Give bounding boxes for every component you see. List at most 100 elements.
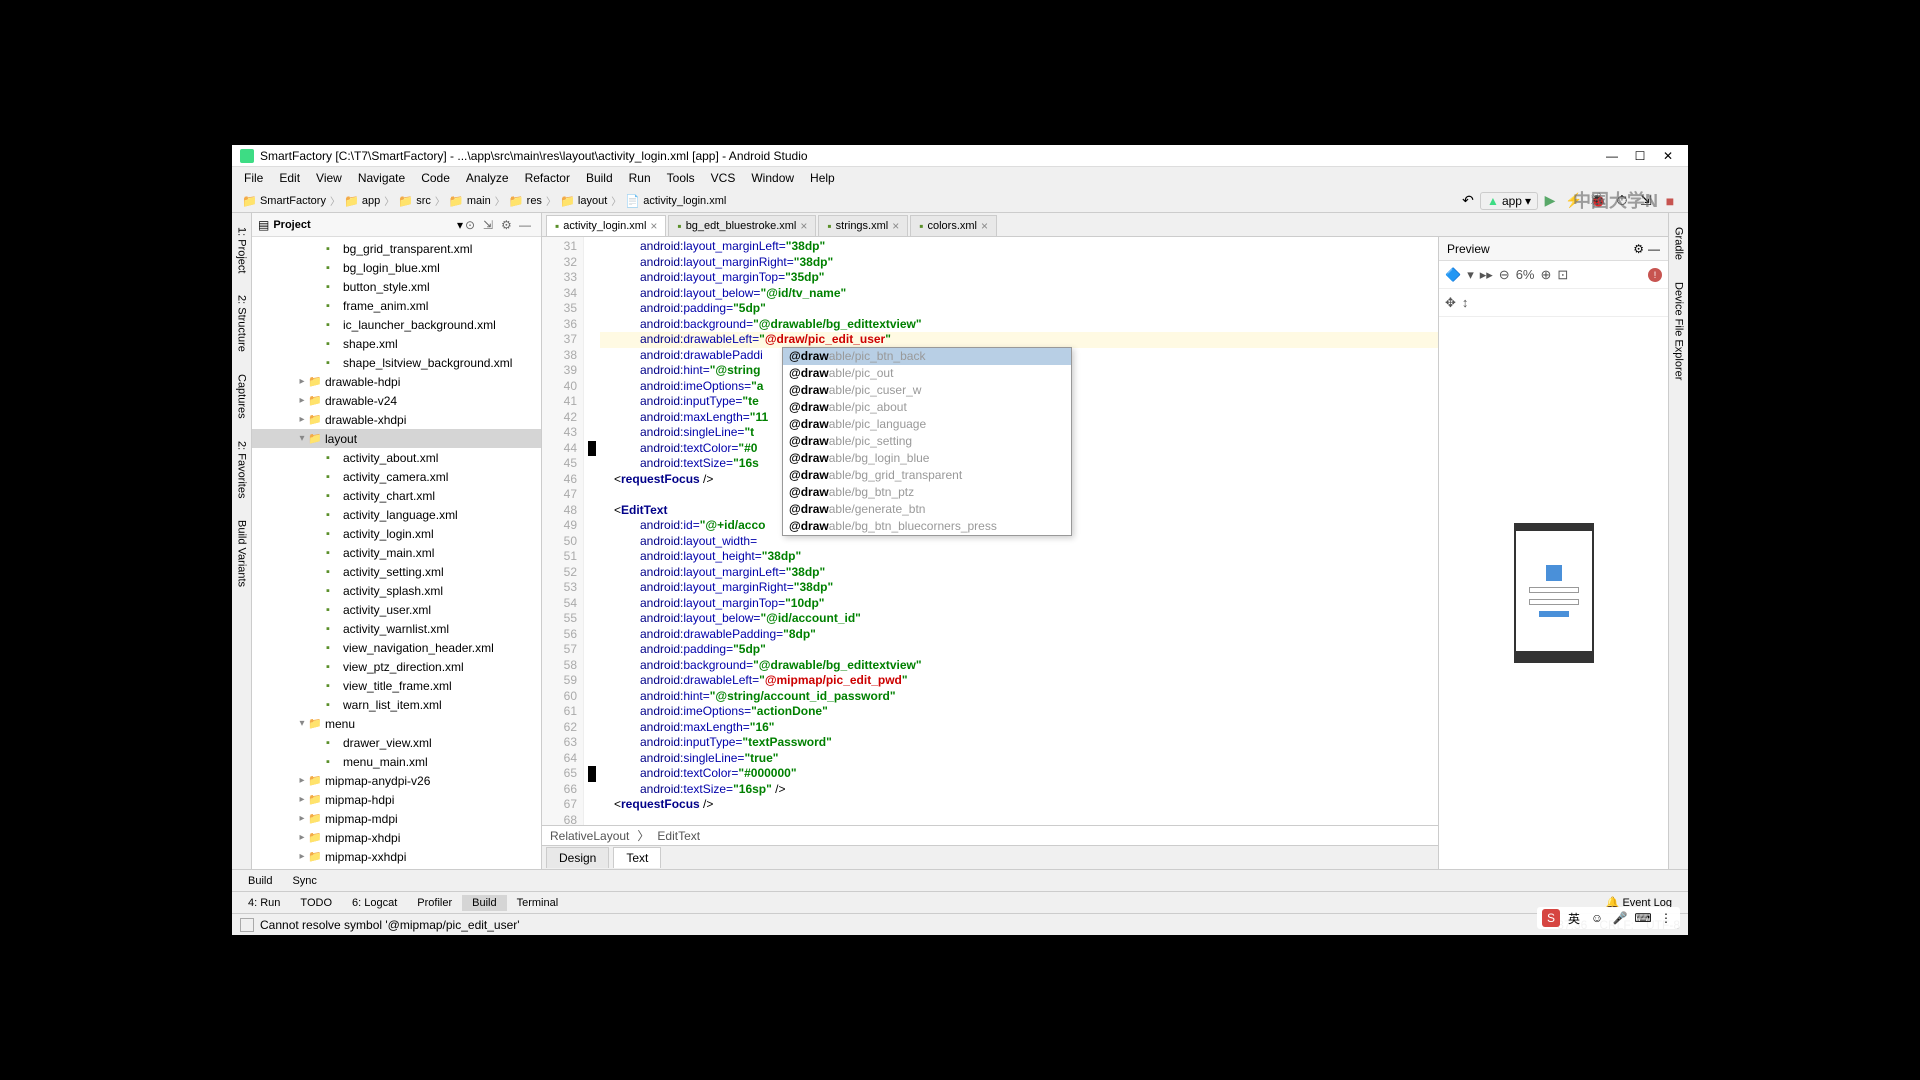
run-config-selector[interactable]: ▲ app ▾ <box>1480 192 1538 210</box>
editor-tab[interactable]: ▪colors.xml× <box>910 215 997 236</box>
tree-file[interactable]: ▪activity_about.xml <box>252 448 541 467</box>
xml-path-segment[interactable]: RelativeLayout <box>550 829 629 843</box>
autocomplete-item[interactable]: @drawable/bg_grid_transparent <box>783 467 1071 484</box>
autocomplete-item[interactable]: @drawable/generate_btn <box>783 501 1071 518</box>
autocomplete-popup[interactable]: @drawable/pic_btn_back@drawable/pic_out@… <box>782 347 1072 536</box>
maximize-button[interactable]: ☐ <box>1628 148 1652 164</box>
close-tab-icon[interactable]: × <box>892 219 899 233</box>
tree-folder[interactable]: ▸📁mipmap-xxhdpi <box>252 847 541 866</box>
run-button[interactable]: ▶ <box>1540 191 1560 211</box>
code-line[interactable]: android:hint="@string/account_id_passwor… <box>600 689 1438 705</box>
menu-vcs[interactable]: VCS <box>703 171 744 185</box>
code-editor[interactable]: 3132333435363738394041424344454647484950… <box>542 237 1438 825</box>
tree-file[interactable]: ▪ic_launcher_background.xml <box>252 315 541 334</box>
code-line[interactable]: android:padding="5dp" <box>600 642 1438 658</box>
tree-file[interactable]: ▪view_navigation_header.xml <box>252 638 541 657</box>
tool-tab-structure[interactable]: 2: Structure <box>234 289 250 358</box>
menu-refactor[interactable]: Refactor <box>517 171 578 185</box>
close-tab-icon[interactable]: × <box>981 219 988 233</box>
code-line[interactable]: android:layout_marginLeft="38dp" <box>600 565 1438 581</box>
zoom-in-icon[interactable]: ⊕ <box>1540 267 1551 283</box>
code-line[interactable]: android:padding="5dp" <box>600 301 1438 317</box>
autocomplete-item[interactable]: @drawable/bg_btn_ptz <box>783 484 1071 501</box>
menu-analyze[interactable]: Analyze <box>458 171 517 185</box>
breadcrumb-item[interactable]: 📁layout <box>556 194 611 208</box>
tree-file[interactable]: ▪warn_list_item.xml <box>252 695 541 714</box>
tree-file[interactable]: ▪activity_chart.xml <box>252 486 541 505</box>
tool-tab-captures[interactable]: Captures <box>234 368 250 425</box>
code-line[interactable]: android:inputType="textPassword" <box>600 735 1438 751</box>
xml-path-segment[interactable]: EditText <box>657 829 700 843</box>
bottom-tab-terminal[interactable]: Terminal <box>507 895 569 911</box>
tool-tab-gradle[interactable]: Gradle <box>1671 221 1687 266</box>
tree-folder[interactable]: ▾📁layout <box>252 429 541 448</box>
tool-tab-favorites[interactable]: 2: Favorites <box>234 435 250 504</box>
bottom-tab-run[interactable]: 4: Run <box>238 895 290 911</box>
tree-folder[interactable]: ▸📁drawable-v24 <box>252 391 541 410</box>
code-line[interactable]: android:background="@drawable/bg_edittex… <box>600 658 1438 674</box>
autocomplete-item[interactable]: @drawable/pic_setting <box>783 433 1071 450</box>
mode-tab-design[interactable]: Design <box>546 847 609 868</box>
code-line[interactable]: <requestFocus /> <box>600 797 1438 813</box>
menu-file[interactable]: File <box>236 171 271 185</box>
breadcrumb-item[interactable]: 📁src <box>394 194 435 208</box>
autocomplete-item[interactable]: @drawable/pic_cuser_w <box>783 382 1071 399</box>
tree-file[interactable]: ▪activity_setting.xml <box>252 562 541 581</box>
tree-folder[interactable]: ▸📁mipmap-hdpi <box>252 790 541 809</box>
menu-help[interactable]: Help <box>802 171 843 185</box>
ime-item[interactable]: 英 <box>1565 909 1583 927</box>
tree-file[interactable]: ▪activity_user.xml <box>252 600 541 619</box>
tool-tab-buildvariants[interactable]: Build Variants <box>234 514 250 593</box>
menu-run[interactable]: Run <box>621 171 659 185</box>
autocomplete-item[interactable]: @drawable/pic_out <box>783 365 1071 382</box>
breadcrumb-item[interactable]: 📁app <box>340 194 384 208</box>
ime-toolbar[interactable]: S英☺🎤⌨⋮ <box>1537 907 1680 929</box>
code-line[interactable]: android:drawableLeft="@mipmap/pic_edit_p… <box>600 673 1438 689</box>
collapse-icon[interactable]: ⇲ <box>483 218 499 232</box>
code-line[interactable]: android:layout_marginLeft="38dp" <box>600 239 1438 255</box>
tree-file[interactable]: ▪drawer_view.xml <box>252 733 541 752</box>
autocomplete-item[interactable]: @drawable/pic_about <box>783 399 1071 416</box>
breadcrumb-item[interactable]: 📁res <box>505 194 546 208</box>
tool-tab-project[interactable]: 1: Project <box>234 221 250 279</box>
menu-view[interactable]: View <box>308 171 350 185</box>
breadcrumb-item[interactable]: 📁SmartFactory <box>238 194 330 208</box>
hide-icon[interactable]: — <box>519 218 535 232</box>
tree-file[interactable]: ▪bg_grid_transparent.xml <box>252 239 541 258</box>
color-gutter-icon[interactable] <box>588 766 596 782</box>
code-line[interactable]: android:drawablePadding="8dp" <box>600 627 1438 643</box>
tree-file[interactable]: ▪activity_warnlist.xml <box>252 619 541 638</box>
tree-file[interactable]: ▪activity_language.xml <box>252 505 541 524</box>
ime-item[interactable]: ⋮ <box>1657 909 1675 927</box>
tree-folder[interactable]: ▸📁mipmap-xhdpi <box>252 828 541 847</box>
rotate-icon[interactable]: ↕ <box>1462 295 1469 310</box>
tree-file[interactable]: ▪shape.xml <box>252 334 541 353</box>
code-line[interactable]: android:maxLength="16" <box>600 720 1438 736</box>
stop-button[interactable]: ■ <box>1660 191 1680 211</box>
tree-file[interactable]: ▪view_title_frame.xml <box>252 676 541 695</box>
preview-error-badge[interactable]: ! <box>1648 268 1662 282</box>
bottom-tab-build[interactable]: Build <box>238 873 282 889</box>
code-line[interactable]: android:background="@drawable/bg_edittex… <box>600 317 1438 333</box>
menu-navigate[interactable]: Navigate <box>350 171 413 185</box>
tree-file[interactable]: ▪shape_lsitview_background.xml <box>252 353 541 372</box>
preview-hide-icon[interactable]: — <box>1648 242 1660 256</box>
bottom-tab-sync[interactable]: Sync <box>282 873 326 889</box>
editor-tab[interactable]: ▪strings.xml× <box>818 215 908 236</box>
autocomplete-item[interactable]: @drawable/pic_btn_back <box>783 348 1071 365</box>
pan-icon[interactable]: ✥ <box>1445 295 1456 311</box>
ime-item[interactable]: 🎤 <box>1611 909 1629 927</box>
tree-file[interactable]: ▪menu_main.xml <box>252 752 541 771</box>
tree-file[interactable]: ▪activity_splash.xml <box>252 581 541 600</box>
code-line[interactable]: android:singleLine="true" <box>600 751 1438 767</box>
mode-tab-text[interactable]: Text <box>613 847 661 868</box>
tree-file[interactable]: ▪activity_login.xml <box>252 524 541 543</box>
code-line[interactable]: android:layout_marginRight="38dp" <box>600 580 1438 596</box>
autocomplete-item[interactable]: @drawable/bg_login_blue <box>783 450 1071 467</box>
tool-tab-devicefileexplorer[interactable]: Device File Explorer <box>1671 276 1687 386</box>
code-line[interactable]: android:layout_marginTop="10dp" <box>600 596 1438 612</box>
menu-build[interactable]: Build <box>578 171 621 185</box>
code-line[interactable]: android:layout_marginTop="35dp" <box>600 270 1438 286</box>
editor-tab[interactable]: ▪activity_login.xml× <box>546 215 666 236</box>
project-tree[interactable]: ▪bg_grid_transparent.xml▪bg_login_blue.x… <box>252 237 541 869</box>
